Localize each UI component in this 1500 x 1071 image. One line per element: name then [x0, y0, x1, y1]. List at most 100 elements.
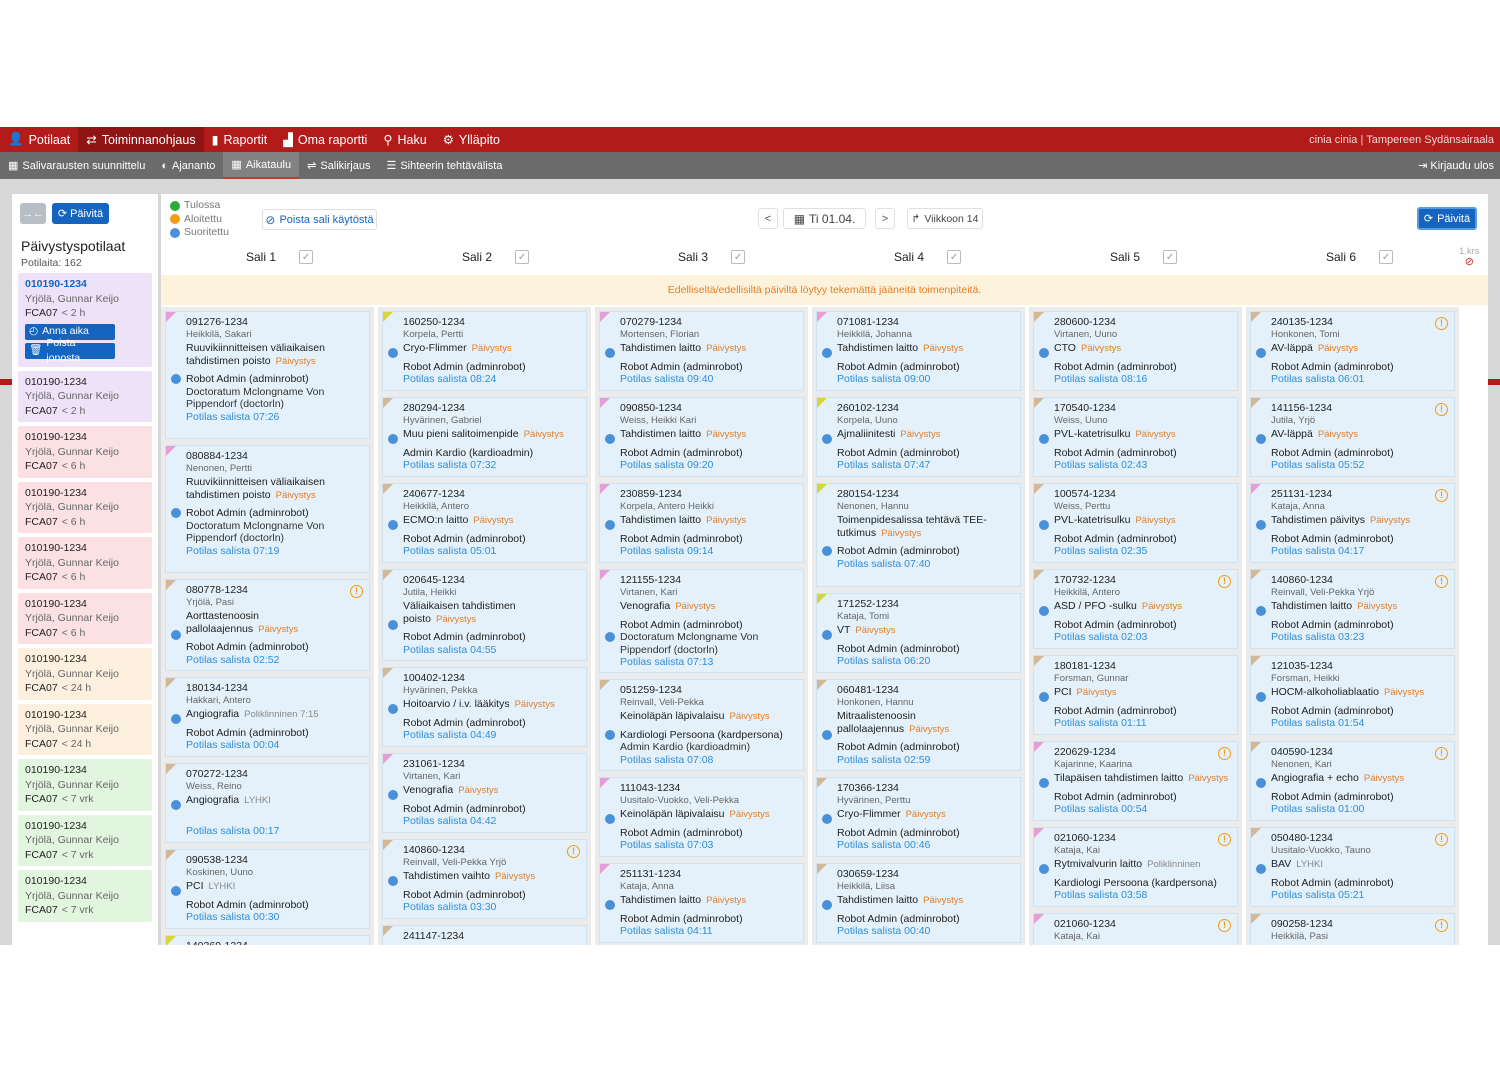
patient-card[interactable]: 010190-1234 Yrjölä, Gunnar Keijo FCA07 < 24… [18, 703, 152, 755]
procedure-card[interactable]: 231061-1234 Virtanen, Kari Venografia Päivy… [382, 753, 587, 833]
prev-day-button[interactable]: < [758, 208, 778, 229]
nav-chart-item[interactable]: ▟ Oma raportti [275, 127, 375, 152]
nav-search-item[interactable]: ⚲ Haku [375, 127, 434, 152]
procedure-card[interactable]: ! 140860-1234 Reinvall, Veli-Pekka Yrjö Tah… [1250, 569, 1455, 649]
remove-room-button[interactable]: ⊘ Poista sali käytöstä [262, 209, 377, 230]
subnav-item-0[interactable]: ▦ Salivarausten suunnittelu [0, 152, 153, 179]
procedure-card[interactable]: 180134-1234 Hakkari, Antero Angiografia Pol… [165, 677, 370, 757]
procedure-card[interactable]: 070272-1234 Weiss, Reino Angiografia LYHKI … [165, 763, 370, 843]
status-dot-icon [822, 814, 832, 824]
procedure-card[interactable]: 100402-1234 Hyvärinen, Pekka Hoitoarvio / … [382, 667, 587, 747]
procedure-card[interactable]: ! 090258-1234 Heikkilä, Pasi [1250, 913, 1455, 945]
subnav-item-4[interactable]: ☰ Sihteerin tehtävälista [378, 152, 510, 179]
procedure-card[interactable]: 180181-1234 Forsman, Gunnar PCI Päivystys Ro… [1033, 655, 1238, 735]
status-text: Potilas salista 04:42 [403, 815, 497, 827]
procedure-card[interactable]: 020645-1234 Jutila, Heikki Väliaikaisen ta… [382, 569, 587, 661]
procedure-card[interactable]: ! 050480-1234 Uusitalo-Vuokko, Tauno BAV LYH… [1250, 827, 1455, 907]
nav-person-item[interactable]: 👤 Potilaat [0, 127, 78, 152]
procedure-card[interactable]: 080884-1234 Nenonen, Pertti Ruuvikiinnitte… [165, 445, 370, 573]
procedure-card[interactable]: 280294-1234 Hyvärinen, Gabriel Muu pieni s… [382, 397, 587, 477]
subnav-item-2[interactable]: ▦ Aikataulu [223, 152, 300, 179]
procedure-card[interactable]: 170366-1234 Hyvärinen, Perttu Cryo-Flimmer… [816, 777, 1021, 857]
responsible: Robot Admin (adminrobot) [1271, 790, 1394, 803]
warning-icon: ! [1218, 833, 1231, 846]
status-text: Potilas salista 08:24 [403, 373, 497, 385]
room-checkbox[interactable]: ✓ [1163, 250, 1178, 264]
logout-button[interactable]: ⇥ Kirjaudu ulos [1418, 159, 1500, 172]
subnav-item-3[interactable]: ⇌ Salikirjaus [299, 152, 378, 179]
procedure-card[interactable]: 091276-1234 Heikkilä, Sakari Ruuvikiinnitt… [165, 311, 370, 439]
emergency-badge: Päivystys [706, 515, 747, 526]
procedure-card[interactable]: 111043-1234 Uusitalo-Vuokko, Veli-Pekka Ke… [599, 777, 804, 857]
patient-name: Yrjölä, Gunnar Keijo [25, 667, 119, 680]
emergency-badge: Päivystys [1135, 429, 1176, 440]
procedure-card[interactable]: ! 140860-1234 Reinvall, Veli-Pekka Yrjö Tah… [382, 839, 587, 919]
procedure-card[interactable]: ! 080778-1234 Yrjölä, Pasi Aorttastenoosin … [165, 579, 370, 671]
procedure-card[interactable]: ! 021060-1234 Kataja, Kai Rytmivalvurin lai… [1033, 827, 1238, 907]
procedure-card[interactable]: ! 170732-1234 Heikkilä, Antero ASD / PFO -s… [1033, 569, 1238, 649]
patient-card[interactable]: 010190-1234 Yrjölä, Gunnar Keijo FCA07 < 6 … [18, 426, 152, 478]
procedure-card[interactable]: 060481-1234 Honkonen, Hannu Mitraalistenoo… [816, 679, 1021, 771]
refresh-button[interactable]: ⟳ Päivitä [1417, 207, 1477, 230]
remove-from-queue-button[interactable]: 🗑 Poista jonosta [25, 337, 115, 364]
subnav-item-1[interactable]: ◐ Ajananto [153, 152, 223, 179]
nav-toggle-item[interactable]: ⇄ Toiminnanohjaus [78, 127, 204, 152]
left-refresh-button[interactable]: ⟳ Päivitä [52, 203, 109, 224]
procedure-card[interactable]: 121155-1234 Virtanen, Kari Venografia Päivy… [599, 569, 804, 673]
procedure-card[interactable]: ! 240135-1234 Honkonen, Tomi AV-läppä Päivys… [1250, 311, 1455, 391]
procedure-card[interactable]: 090850-1234 Weiss, Heikki Kari Tahdistimen… [599, 397, 804, 477]
procedure-card[interactable]: ! 220629-1234 Kajarinne, Kaarina Tilapäisen… [1033, 741, 1238, 821]
procedure-card[interactable]: 241147-1234 [382, 925, 587, 945]
procedure-card[interactable]: 071081-1234 Heikkilä, Johanna Tahdistimen … [816, 311, 1021, 391]
patient-card[interactable]: 010190-1234 Yrjölä, Gunnar Keijo FCA07 < 2 … [18, 273, 152, 367]
procedure-card[interactable]: 280600-1234 Virtanen, Uuno CTO Päivystys Rob… [1033, 311, 1238, 391]
patient-card[interactable]: 010190-1234 Yrjölä, Gunnar Keijo FCA07 < 7 … [18, 870, 152, 922]
procedure: Angiografia Poliklinninen 7:15 [186, 708, 319, 720]
next-day-button[interactable]: > [875, 208, 895, 229]
room-checkbox[interactable]: ✓ [299, 250, 314, 264]
legend-item: Aloitettu [170, 213, 229, 227]
priority-corner [817, 312, 827, 322]
procedure-card[interactable]: 121035-1234 Forsman, Heikki HOCM-alkoholia… [1250, 655, 1455, 735]
procedure-card[interactable]: 240677-1234 Heikkilä, Antero ECMO:n laitto… [382, 483, 587, 563]
procedure-card[interactable]: 260102-1234 Korpela, Uuno Ajmaliinitesti Pä… [816, 397, 1021, 477]
procedure-card[interactable]: ! 141156-1234 Jutila, Yrjö AV-läppä Päivysty… [1250, 397, 1455, 477]
patient-card[interactable]: 010190-1234 Yrjölä, Gunnar Keijo FCA07 < 6 … [18, 481, 152, 533]
procedure-card[interactable]: 051259-1234 Reinvall, Veli-Pekka Keinoläpä… [599, 679, 804, 771]
procedure-card[interactable]: 171252-1234 Kataja, Tomi VT Päivystys Robot … [816, 593, 1021, 673]
procedure-card[interactable]: ! 251131-1234 Kataja, Anna Tahdistimen päiv… [1250, 483, 1455, 563]
patient-card[interactable]: 010190-1234 Yrjölä, Gunnar Keijo FCA07 < 6 … [18, 592, 152, 644]
emergency-badge: Päivystys [881, 527, 922, 539]
room-checkbox[interactable]: ✓ [515, 250, 530, 264]
procedure-card[interactable]: ! 040590-1234 Nenonen, Kari Angiografia + e… [1250, 741, 1455, 821]
date-picker[interactable]: ▦ Ti 01.04. [783, 208, 866, 229]
procedure: AV-läppä Päivystys [1271, 428, 1358, 440]
block-icon[interactable]: ⊘ [1465, 256, 1474, 268]
room-checkbox[interactable]: ✓ [1379, 250, 1394, 264]
procedure-card[interactable]: 030659-1234 Heikkilä, Liisa Tahdistimen la… [816, 863, 1021, 943]
room-checkbox[interactable]: ✓ [731, 250, 746, 264]
patient-card[interactable]: 010190-1234 Yrjölä, Gunnar Keijo FCA07 < 7 … [18, 759, 152, 811]
procedure-card[interactable]: 090538-1234 Koskinen, Uuno PCI LYHKI Robot A… [165, 849, 370, 929]
procedure-card[interactable]: 140369-1234 [165, 935, 370, 945]
procedure-card[interactable]: 280154-1234 Nenonen, Hannu Toimenpidesalis… [816, 483, 1021, 587]
status-dot-icon [822, 730, 832, 740]
week-button[interactable]: ↱ Viikkoon 14 [907, 208, 983, 229]
collapse-button[interactable]: →← [20, 203, 46, 224]
procedure-card[interactable]: ! 021060-1234 Kataja, Kai [1033, 913, 1238, 945]
procedure-card[interactable]: 070279-1234 Mortensen, Florian Tahdistimen… [599, 311, 804, 391]
procedure-card[interactable]: 251131-1234 Kataja, Anna Tahdistimen laitt… [599, 863, 804, 943]
patient-name: Hyvärinen, Pekka [403, 684, 478, 696]
patient-card[interactable]: 010190-1234 Yrjölä, Gunnar Keijo FCA07 < 6 … [18, 537, 152, 589]
patient-card[interactable]: 010190-1234 Yrjölä, Gunnar Keijo FCA07 < 2 … [18, 370, 152, 422]
procedure-card[interactable]: 230859-1234 Korpela, Antero Heikki Tahdist… [599, 483, 804, 563]
procedure-card[interactable]: 100574-1234 Weiss, Perttu PVL-katetrisulku… [1033, 483, 1238, 563]
patient-card[interactable]: 010190-1234 Yrjölä, Gunnar Keijo FCA07 < 24… [18, 648, 152, 700]
patient-card[interactable]: 010190-1234 Yrjölä, Gunnar Keijo FCA07 < 7 … [18, 814, 152, 866]
status-text: Potilas salista 07:47 [837, 459, 931, 471]
procedure-card[interactable]: 170540-1234 Weiss, Uuno PVL-katetrisulku Pä… [1033, 397, 1238, 477]
room-checkbox[interactable]: ✓ [947, 250, 962, 264]
procedure-card[interactable]: 160250-1234 Korpela, Pertti Cryo-Flimmer Pä… [382, 311, 587, 391]
nav-gear-item[interactable]: ⚙ Ylläpito [435, 127, 508, 152]
nav-bar-chart-item[interactable]: ▮ Raportit [204, 127, 276, 152]
